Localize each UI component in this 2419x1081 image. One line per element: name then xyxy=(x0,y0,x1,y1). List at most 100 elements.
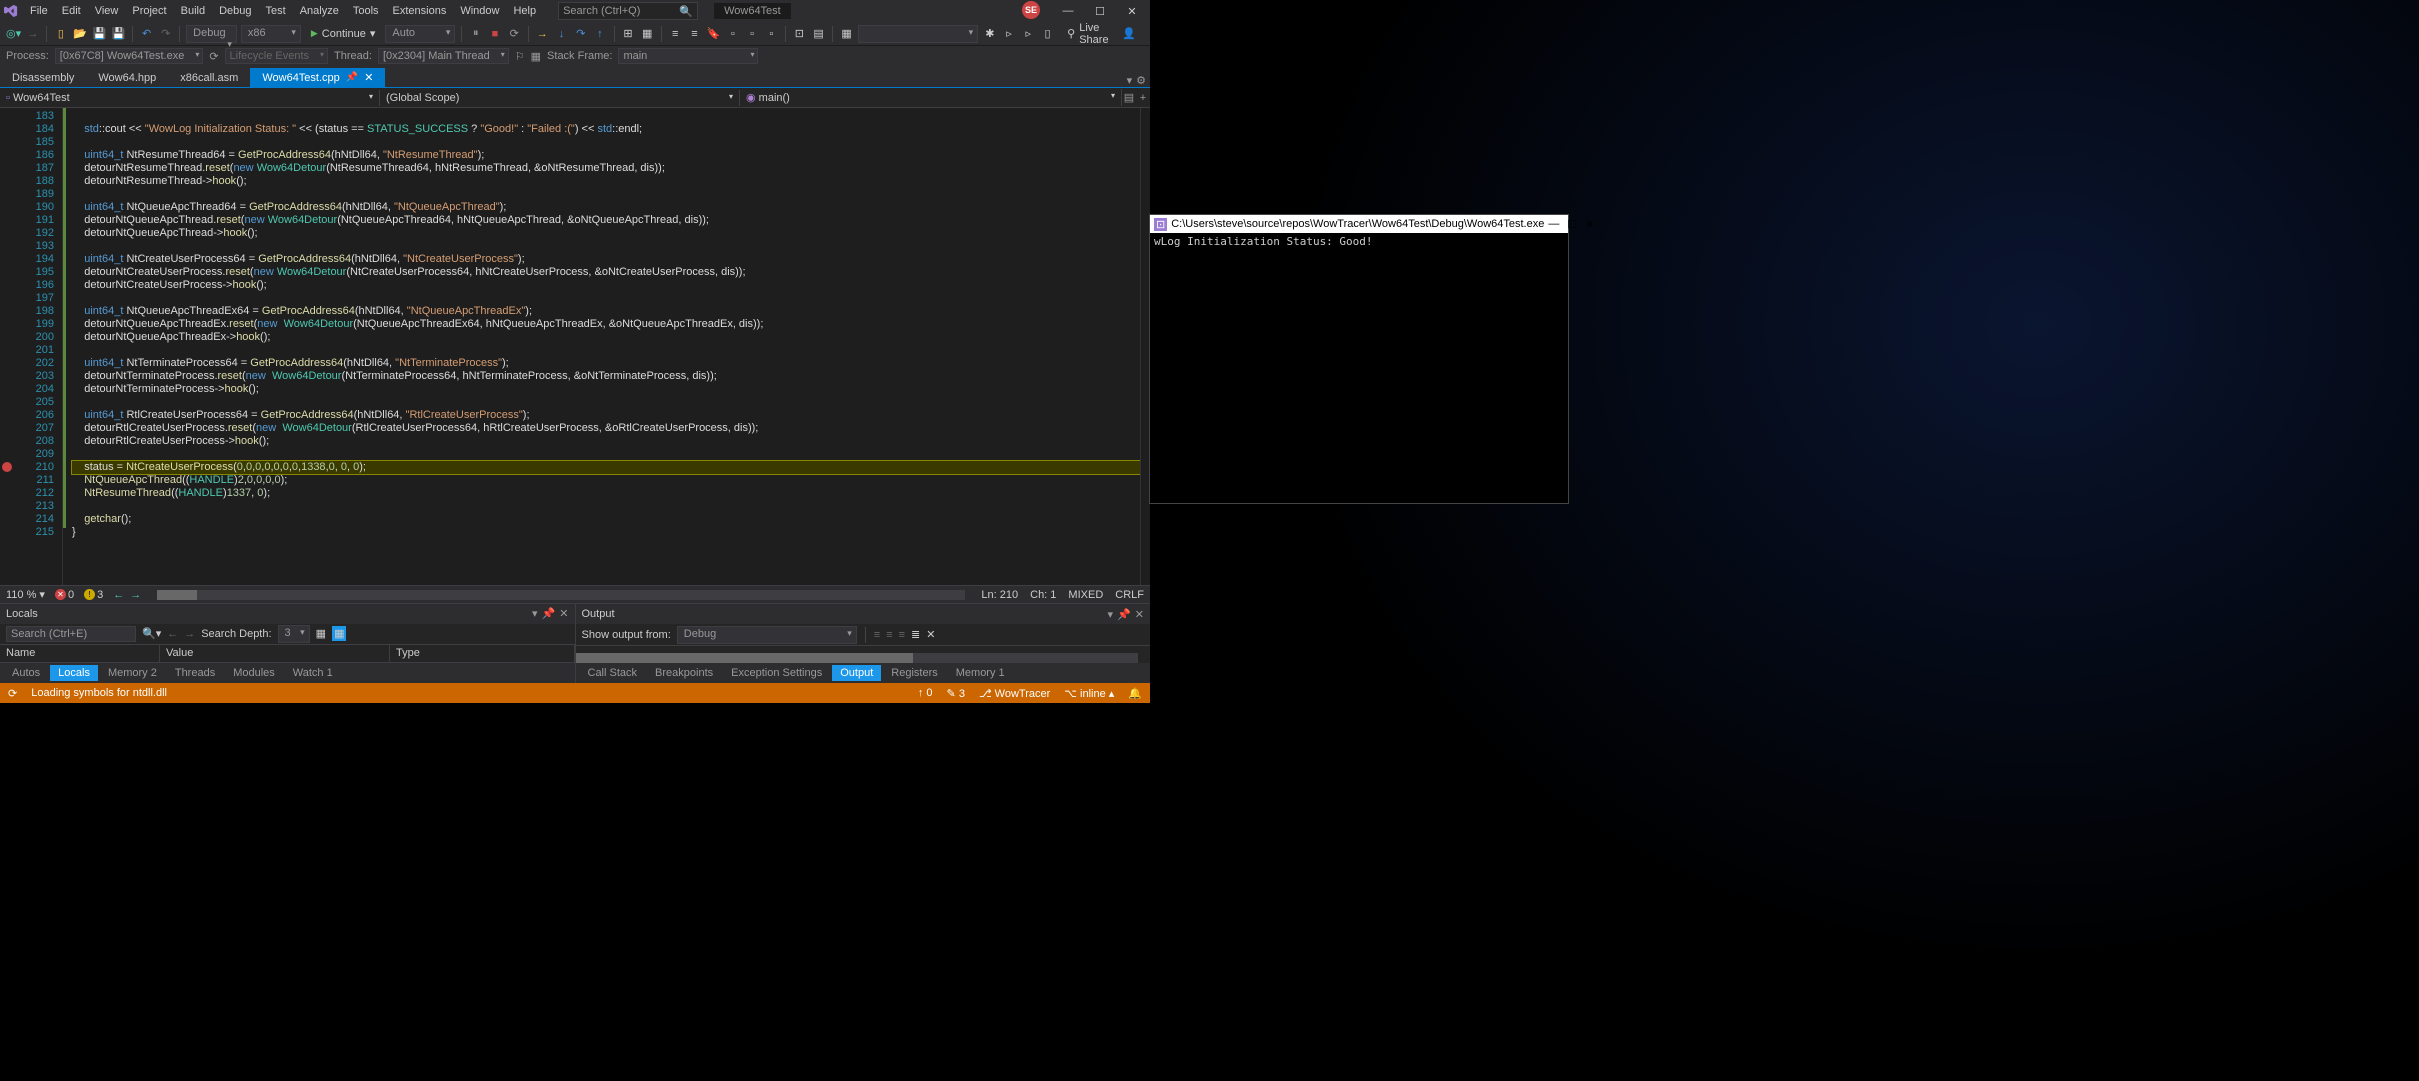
close-button[interactable]: ✕ xyxy=(1118,1,1146,21)
tab-wow64-hpp[interactable]: Wow64.hpp xyxy=(86,69,168,87)
col-value[interactable]: Value xyxy=(160,645,390,662)
glyph-margin[interactable] xyxy=(0,108,14,585)
break-all-icon[interactable]: ⏸ xyxy=(468,24,483,44)
menu-window[interactable]: Window xyxy=(454,3,505,19)
panel-dropdown-icon[interactable]: ▾ xyxy=(1108,608,1114,621)
nav-project[interactable]: ▫ Wow64Test xyxy=(0,90,380,106)
tb-icon-5[interactable]: ▫ xyxy=(764,24,779,44)
branch-name[interactable]: ⌥ inline ▴ xyxy=(1064,687,1114,700)
platform-dropdown[interactable]: x86 xyxy=(241,25,301,43)
new-icon[interactable]: ▯ xyxy=(53,24,68,44)
menu-extensions[interactable]: Extensions xyxy=(387,3,453,19)
tb-icon-11[interactable]: ▹ xyxy=(1021,24,1036,44)
col-type[interactable]: Type xyxy=(390,645,575,662)
out-icon-3[interactable]: ≡ xyxy=(899,629,905,641)
tb-icon-12[interactable]: ▯ xyxy=(1040,24,1055,44)
zoom-level[interactable]: 110 % ▾ xyxy=(6,588,45,601)
nav-scope[interactable]: (Global Scope) xyxy=(380,90,740,106)
out-icon-4[interactable]: ≣ xyxy=(911,628,920,641)
tab-disassembly[interactable]: Disassembly xyxy=(0,69,86,87)
process-dropdown[interactable]: [0x67C8] Wow64Test.exe xyxy=(55,48,204,64)
push-icon[interactable]: ↑ 0 xyxy=(918,687,933,699)
tab-dropdown-icon[interactable]: ▾ xyxy=(1127,74,1133,87)
console-min-icon[interactable]: — xyxy=(1548,218,1559,231)
panel-pin-icon[interactable]: 📌 xyxy=(1117,608,1131,621)
open-icon[interactable]: 📂 xyxy=(72,24,87,44)
tab-x86call-asm[interactable]: x86call.asm xyxy=(168,69,250,87)
redo-icon[interactable]: ↷ xyxy=(158,24,173,44)
btab-exceptions[interactable]: Exception Settings xyxy=(723,665,830,681)
out-icon-5[interactable]: ✕ xyxy=(926,628,935,641)
back-icon[interactable]: ← xyxy=(167,628,178,640)
btab-memory1[interactable]: Memory 1 xyxy=(948,665,1013,681)
thread-icon[interactable]: ▦ xyxy=(531,50,541,63)
tb-icon-9[interactable]: ✱ xyxy=(982,24,997,44)
tb-combo[interactable] xyxy=(858,25,978,43)
btab-threads[interactable]: Threads xyxy=(167,665,223,681)
depth-dropdown[interactable]: 3 xyxy=(278,625,310,643)
nav-member[interactable]: ◉ main() xyxy=(740,89,1122,106)
continue-button[interactable]: Continue ▾ xyxy=(305,26,382,41)
locals-tool2-icon[interactable]: ▦ xyxy=(332,626,346,641)
error-count[interactable]: ✕ 0 xyxy=(55,589,74,601)
split-icon[interactable]: ▤ xyxy=(1122,91,1136,104)
btab-callstack[interactable]: Call Stack xyxy=(580,665,646,681)
comment-icon[interactable]: ≡ xyxy=(668,24,683,44)
thread-flag-icon[interactable]: ⚐ xyxy=(515,50,525,63)
thread-dropdown[interactable]: [0x2304] Main Thread xyxy=(378,48,509,64)
search-box[interactable]: Search (Ctrl+Q) 🔍 xyxy=(558,2,698,20)
lifecycle-dropdown[interactable]: Lifecycle Events xyxy=(225,48,328,64)
out-icon-1[interactable]: ≡ xyxy=(874,629,880,641)
maximize-button[interactable]: ☐ xyxy=(1086,1,1114,21)
feedback-icon[interactable]: 👤 xyxy=(1122,27,1136,40)
tb-icon-7[interactable]: ▤ xyxy=(811,24,826,44)
btab-autos[interactable]: Autos xyxy=(4,665,48,681)
btab-registers[interactable]: Registers xyxy=(883,665,945,681)
step-into-icon[interactable]: ↓ xyxy=(554,24,569,44)
minimize-button[interactable]: — xyxy=(1054,1,1082,21)
btab-memory2[interactable]: Memory 2 xyxy=(100,665,165,681)
tb-icon-4[interactable]: ▫ xyxy=(744,24,759,44)
tb-icon-10[interactable]: ▹ xyxy=(1001,24,1016,44)
tb-icon-3[interactable]: ▫ xyxy=(725,24,740,44)
menu-file[interactable]: File xyxy=(24,3,54,19)
nav-back-icon[interactable]: ◎▾ xyxy=(6,24,21,44)
menu-debug[interactable]: Debug xyxy=(213,3,257,19)
code-editor[interactable]: 1831841851861871881891901911921931941951… xyxy=(0,108,1150,585)
console-titlebar[interactable]: ⊡ C:\Users\steve\source\repos\WowTracer\… xyxy=(1150,215,1568,233)
btab-breakpoints[interactable]: Breakpoints xyxy=(647,665,721,681)
console-close-icon[interactable]: ✕ xyxy=(1585,218,1594,231)
menu-project[interactable]: Project xyxy=(126,3,172,19)
btab-locals[interactable]: Locals xyxy=(50,665,98,681)
add-icon[interactable]: + xyxy=(1136,92,1150,104)
stackframe-dropdown[interactable]: main xyxy=(618,48,758,64)
panel-close-icon[interactable]: ✕ xyxy=(559,607,568,620)
live-share-button[interactable]: ⚲ Live Share 👤 xyxy=(1059,22,1144,46)
col-name[interactable]: Name xyxy=(0,645,160,662)
panel-pin-icon[interactable]: 📌 xyxy=(542,607,556,620)
console-output[interactable]: wLog Initialization Status: Good! xyxy=(1150,233,1568,250)
tab-wow64test-cpp[interactable]: Wow64Test.cpp 📌 ✕ xyxy=(250,68,385,87)
locals-search[interactable]: Search (Ctrl+E) xyxy=(6,626,136,642)
btab-watch1[interactable]: Watch 1 xyxy=(285,665,341,681)
btab-output[interactable]: Output xyxy=(832,665,881,681)
close-tab-icon[interactable]: ✕ xyxy=(364,71,373,84)
tb-icon-2[interactable]: ▦ xyxy=(640,24,655,44)
step-out-icon[interactable]: ↑ xyxy=(592,24,607,44)
horizontal-scrollbar[interactable] xyxy=(157,590,965,600)
auto-dropdown[interactable]: Auto xyxy=(385,25,455,43)
lifecycle-icon[interactable]: ⟳ xyxy=(209,50,218,63)
repo-name[interactable]: ⎇ WowTracer xyxy=(979,687,1050,700)
menu-test[interactable]: Test xyxy=(260,3,292,19)
config-dropdown[interactable]: Debug xyxy=(186,25,237,43)
tab-options-icon[interactable]: ⚙ xyxy=(1136,74,1146,87)
user-badge[interactable]: SE xyxy=(1022,1,1040,19)
nav-fwd-icon[interactable]: → xyxy=(25,24,40,44)
restart-icon[interactable]: ⟳ xyxy=(507,24,522,44)
eol-mode[interactable]: CRLF xyxy=(1115,589,1144,601)
uncomment-icon[interactable]: ≡ xyxy=(687,24,702,44)
save-icon[interactable]: 💾 xyxy=(92,24,107,44)
breakpoint-glyph[interactable] xyxy=(2,462,12,472)
tb-icon-6[interactable]: ⊡ xyxy=(792,24,807,44)
console-max-icon[interactable]: ☐ xyxy=(1567,218,1577,231)
